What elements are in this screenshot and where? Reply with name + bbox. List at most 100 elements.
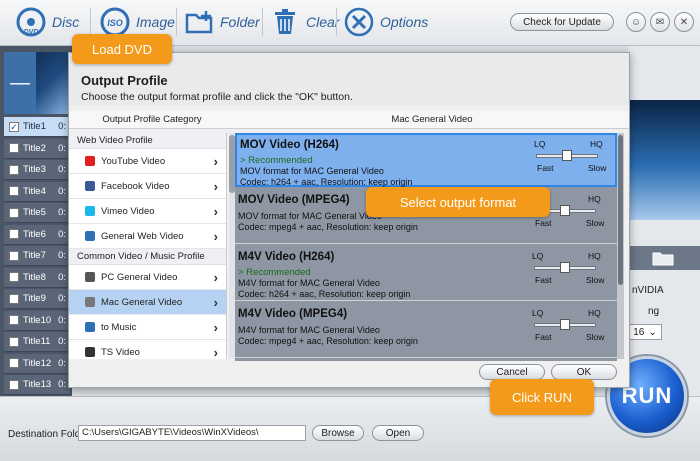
title-label: Title8	[23, 271, 46, 283]
title-checkbox[interactable]	[9, 379, 19, 390]
category-item[interactable]: Vimeo Video ›	[69, 199, 226, 224]
category-item[interactable]: PC General Video ›	[69, 265, 226, 290]
ok-button[interactable]: OK	[551, 364, 617, 380]
trash-icon	[270, 7, 300, 37]
title-row[interactable]: Title6 0:	[4, 224, 70, 245]
title-checkbox[interactable]	[9, 358, 19, 368]
category-label: Vimeo Video	[101, 205, 155, 217]
title-duration: 0:	[58, 207, 66, 218]
title-duration: 0:	[58, 271, 66, 283]
category-item[interactable]: to Music ›	[69, 315, 226, 340]
quality-hq-label: HQ	[588, 308, 601, 318]
title-label: Title4	[23, 185, 46, 197]
chevron-right-icon: ›	[213, 270, 218, 285]
title-row[interactable]: Title2 0:	[4, 138, 70, 159]
open-folder-icon[interactable]	[652, 250, 674, 269]
title-duration: 0:	[58, 142, 66, 154]
title-checkbox[interactable]	[9, 336, 19, 347]
title-checkbox[interactable]: ✓	[9, 121, 19, 132]
format-name: M4V Video (MPEG4)	[238, 308, 348, 320]
format-description: MOV format for MAC General Video	[240, 166, 384, 176]
divider	[336, 8, 337, 36]
category-icon	[85, 347, 95, 357]
title-checkbox[interactable]	[9, 250, 19, 261]
title-duration: 0:	[58, 250, 66, 261]
title-label: Title10	[23, 314, 52, 326]
quality-slider-knob[interactable]	[560, 205, 570, 216]
title-row[interactable]: Title5 0:	[4, 203, 70, 223]
mail-icon[interactable]: ✉	[650, 12, 670, 32]
options-button[interactable]: Options	[344, 6, 428, 38]
category-item[interactable]: Mac General Video ›	[69, 290, 226, 315]
title-row[interactable]: Title4 0:	[4, 181, 70, 202]
category-icon	[85, 156, 95, 166]
cancel-button[interactable]: Cancel	[479, 364, 545, 380]
format-name: MOV Video (MPEG4)	[238, 194, 350, 206]
format-scroll-thumb[interactable]	[618, 135, 623, 285]
category-label: YouTube Video	[101, 155, 166, 167]
category-item[interactable]: General Web Video ›	[69, 224, 226, 249]
cpu-core-select[interactable]: 16 ⌄	[628, 324, 662, 340]
format-description: M4V format for MAC General Video	[238, 278, 380, 288]
category-label: Facebook Video	[101, 180, 170, 192]
category-icon	[85, 206, 95, 216]
speed-fast-label: Fast	[537, 163, 554, 173]
title-row[interactable]: Title7 0:	[4, 246, 70, 266]
destination-folder-input[interactable]: C:\Users\GIGABYTE\Videos\WinXVideos\	[78, 425, 306, 441]
title-checkbox[interactable]	[9, 293, 19, 304]
right-panel-label: ng	[648, 306, 660, 317]
title-row[interactable]: Title9 0:	[4, 289, 70, 309]
clear-button[interactable]: Clear	[270, 6, 339, 38]
title-checkbox[interactable]	[9, 186, 19, 196]
title-label: Title7	[23, 250, 46, 261]
recommended-tag: > Recommended	[240, 155, 313, 166]
chevron-right-icon: ›	[213, 179, 218, 194]
title-checkbox[interactable]	[9, 164, 19, 175]
format-item[interactable]: MOV Video (H264) > Recommended MOV format …	[235, 133, 617, 187]
format-item[interactable]: M4V Video (MPEG4) M4V format for MAC Gene…	[235, 304, 617, 358]
close-icon[interactable]: ✕	[674, 12, 694, 32]
chevron-right-icon: ›	[213, 345, 218, 359]
open-button[interactable]: Open	[372, 425, 424, 441]
title-label: Title2	[23, 142, 46, 154]
remove-icon[interactable]: —	[4, 52, 36, 114]
browse-button[interactable]: Browse	[312, 425, 364, 441]
title-checkbox[interactable]	[9, 229, 19, 239]
disc-button[interactable]: DVD Disc	[16, 6, 79, 38]
title-row[interactable]: Title8 0:	[4, 267, 70, 288]
speed-slow-label: Slow	[586, 275, 605, 285]
category-label: PC General Video	[101, 271, 178, 283]
title-checkbox[interactable]	[9, 315, 19, 325]
image-label: Image	[136, 14, 175, 30]
quality-hq-label: HQ	[588, 251, 601, 261]
title-checkbox[interactable]	[9, 143, 19, 153]
clear-label: Clear	[306, 14, 340, 30]
title-row[interactable]: Title13 0:	[4, 375, 70, 395]
title-row[interactable]: Title12 0:	[4, 353, 70, 374]
category-label: General Web Video	[101, 230, 184, 242]
title-checkbox[interactable]	[9, 207, 19, 218]
folder-button[interactable]: Folder	[184, 6, 260, 38]
category-item[interactable]: Facebook Video ›	[69, 174, 226, 199]
disc-label: Disc	[52, 14, 80, 30]
title-row[interactable]: Title3 0:	[4, 160, 70, 180]
category-item[interactable]: TS Video ›	[69, 340, 226, 359]
title-row[interactable]: Title11 0:	[4, 332, 70, 352]
category-item[interactable]: YouTube Video ›	[69, 149, 226, 174]
folder-label: Folder	[220, 14, 260, 30]
check-for-update-button[interactable]: Check for Update	[510, 13, 614, 31]
title-checkbox[interactable]	[9, 272, 19, 282]
title-row[interactable]: Title10 0:	[4, 310, 70, 331]
quality-slider-knob[interactable]	[562, 150, 572, 161]
title-row[interactable]: ✓ Title1 0:	[4, 117, 70, 137]
speed-slow-label: Slow	[588, 163, 607, 173]
title-duration: 0:	[58, 379, 66, 390]
quality-slider-knob[interactable]	[560, 319, 570, 330]
title-duration: 0:	[58, 357, 66, 369]
quality-slider-knob[interactable]	[560, 262, 570, 273]
format-name: M4V Video (H264)	[238, 251, 335, 263]
account-icon[interactable]: ☺	[626, 12, 646, 32]
category-group-header: Common Video / Music Profile	[69, 249, 226, 265]
format-item[interactable]: M4V Video (H264) > Recommended M4V format …	[235, 247, 617, 301]
format-description: MOV format for MAC General Video	[238, 211, 382, 221]
